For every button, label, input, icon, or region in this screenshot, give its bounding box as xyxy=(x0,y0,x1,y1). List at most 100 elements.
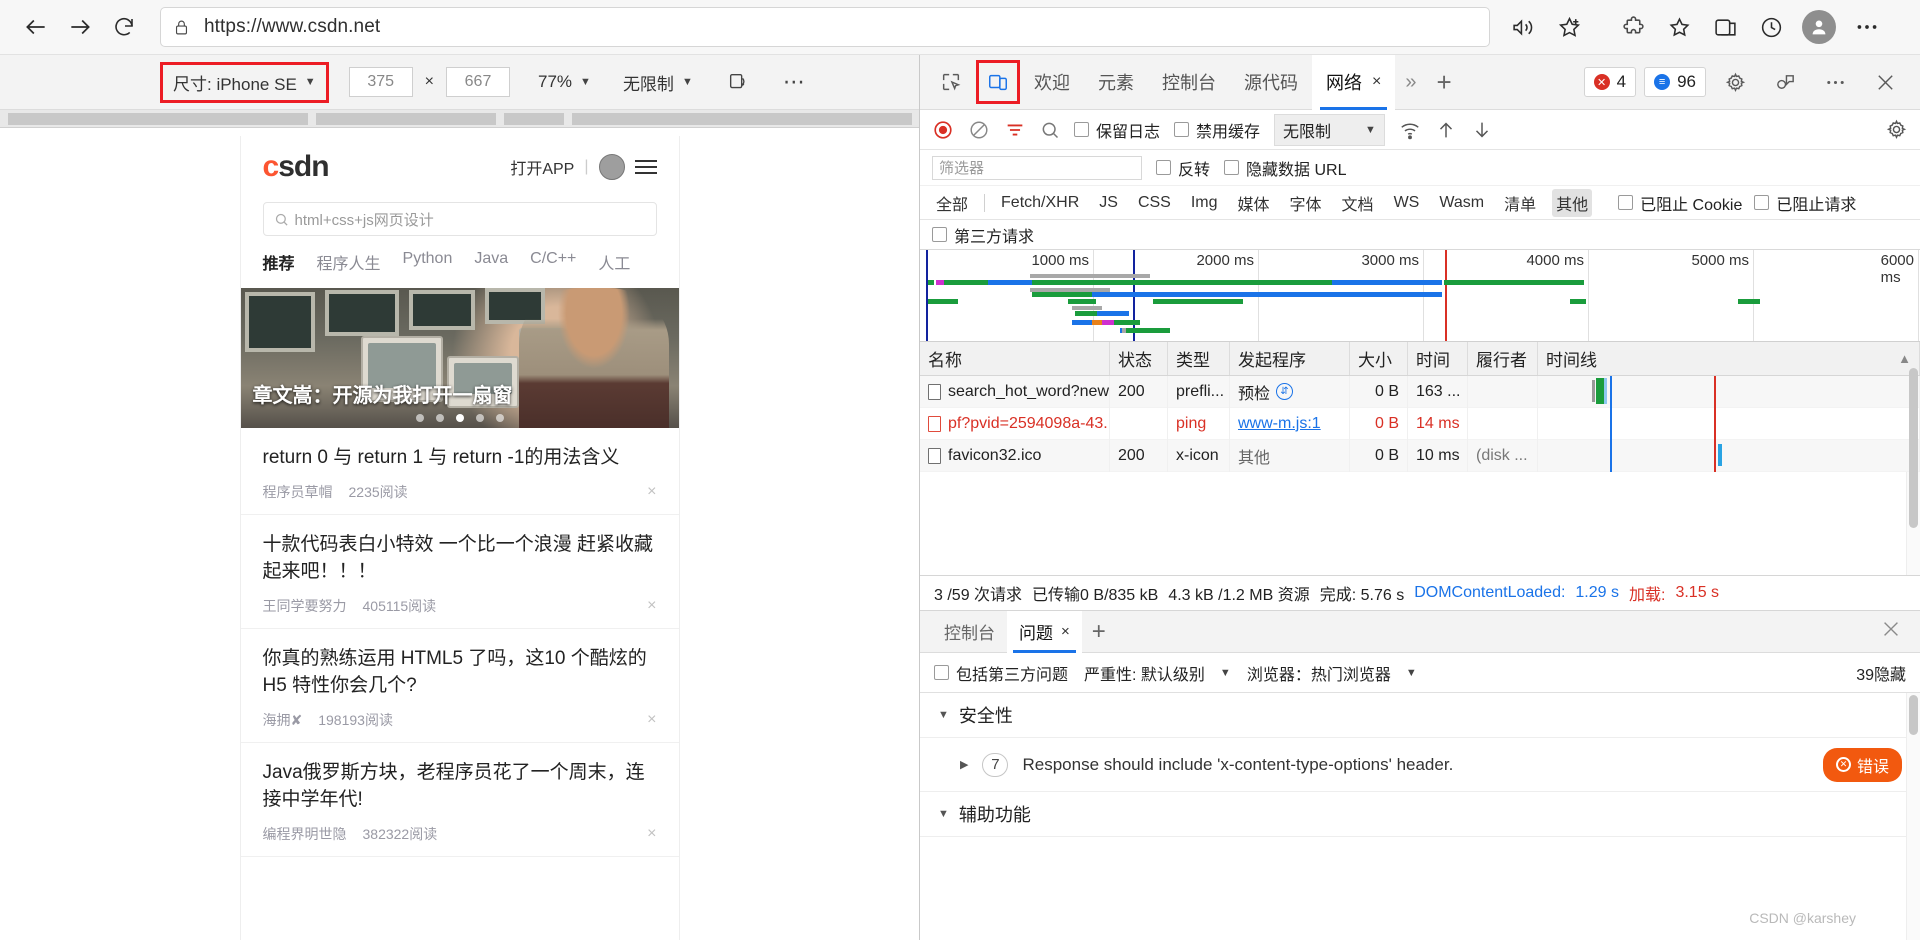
network-throttle-select[interactable]: 无限制 ▼ xyxy=(1274,113,1385,146)
back-arrow-icon[interactable] xyxy=(14,5,58,49)
severity-select[interactable]: 严重性: 默认级别 ▼ xyxy=(1084,661,1231,685)
invert-checkbox[interactable]: 反转 xyxy=(1156,156,1210,180)
column-waterfall[interactable]: 时间线 ▲ xyxy=(1538,342,1920,375)
address-bar[interactable]: https://www.csdn.net xyxy=(160,7,1490,47)
gear-icon[interactable] xyxy=(1714,61,1756,103)
column-status[interactable]: 状态 xyxy=(1110,342,1168,375)
blocked-cookies-checkbox[interactable]: 已阻止 Cookie xyxy=(1618,191,1742,215)
more-options-icon[interactable] xyxy=(1814,61,1856,103)
list-item[interactable]: 十款代码表白小特效 一个比一个浪漫 赶紧收藏起来吧！！！ 王同学要努力 4051… xyxy=(240,515,679,629)
nav-item-cpp[interactable]: C/C++ xyxy=(530,250,576,274)
viewport-height-input[interactable]: 667 xyxy=(446,67,511,97)
tab-network[interactable]: 网络 × xyxy=(1312,54,1396,110)
device-size-select[interactable]: 尺寸: iPhone SE ▼ xyxy=(160,61,329,103)
search-icon[interactable] xyxy=(1040,120,1060,140)
blocked-requests-checkbox[interactable]: 已阻止请求 xyxy=(1754,191,1856,215)
forward-arrow-icon[interactable] xyxy=(58,5,102,49)
type-filter-ws[interactable]: WS xyxy=(1390,192,1424,214)
browser-essentials-icon[interactable] xyxy=(1702,4,1748,50)
column-initiator[interactable]: 发起程序 xyxy=(1230,342,1350,375)
settings-more-icon[interactable] xyxy=(1844,4,1890,50)
close-drawer-icon[interactable] xyxy=(1880,618,1908,646)
device-throttle-select[interactable]: 无限制 ▼ xyxy=(623,70,693,95)
list-item[interactable]: return 0 与 return 1 与 return -1的用法含义 程序员… xyxy=(240,428,679,515)
hidden-issues-count[interactable]: 39隐藏 xyxy=(1856,661,1906,685)
filter-input[interactable]: 筛选器 xyxy=(932,155,1142,180)
nav-item-life[interactable]: 程序人生 xyxy=(317,250,381,274)
nav-item-ai[interactable]: 人工 xyxy=(598,250,630,274)
type-filter-fetch-xhr[interactable]: Fetch/XHR xyxy=(997,192,1083,214)
type-filter-font[interactable]: 字体 xyxy=(1286,189,1326,217)
preserve-log-checkbox[interactable]: 保留日志 xyxy=(1074,118,1160,142)
filter-icon[interactable] xyxy=(1004,119,1026,141)
reload-icon[interactable] xyxy=(102,5,146,49)
drawer-tab-console[interactable]: 控制台 xyxy=(932,611,1007,653)
carousel-dot[interactable] xyxy=(495,414,504,422)
import-har-icon[interactable] xyxy=(1435,119,1457,141)
nav-item-java[interactable]: Java xyxy=(474,250,508,274)
include-third-party-checkbox[interactable]: 包括第三方问题 xyxy=(934,661,1068,685)
avatar[interactable] xyxy=(598,154,625,180)
device-more-options-icon[interactable]: ⋯ xyxy=(783,71,807,93)
error-count-badge[interactable]: ✕ 4 xyxy=(1583,67,1637,97)
type-filter-all[interactable]: 全部 xyxy=(932,189,972,217)
history-icon[interactable] xyxy=(1748,4,1794,50)
third-party-checkbox[interactable]: 第三方请求 xyxy=(932,223,1034,247)
list-item[interactable]: Java俄罗斯方块，老程序员花了一个周末，连接中学年代! 编程界明世隐 3823… xyxy=(240,743,679,857)
extensions-icon[interactable] xyxy=(1610,4,1656,50)
column-time[interactable]: 时间 xyxy=(1408,342,1468,375)
list-item[interactable]: 你真的熟练运用 HTML5 了吗，这10 个酷炫的 H5 特性你会几个? 海拥✘… xyxy=(240,629,679,743)
carousel-dot[interactable] xyxy=(435,414,444,422)
table-row[interactable]: pf?pvid=2594098a-43... ping www-m.js:1 0… xyxy=(920,407,1920,440)
browser-select[interactable]: 浏览器：热门浏览器 ▼ xyxy=(1247,661,1417,685)
inspect-element-icon[interactable] xyxy=(930,61,972,103)
more-tabs-chevron-icon[interactable]: » xyxy=(1395,71,1426,94)
toggle-device-emulation-button[interactable] xyxy=(976,60,1020,104)
sort-ascending-icon[interactable]: ▲ xyxy=(1898,351,1911,366)
network-conditions-icon[interactable] xyxy=(1399,119,1421,141)
type-filter-other[interactable]: 其他 xyxy=(1552,188,1593,217)
tab-sources[interactable]: 源代码 xyxy=(1230,55,1312,110)
hero-banner[interactable]: 章文嵩：开源为我打开一扇窗 xyxy=(240,288,679,428)
add-tab-plus-icon[interactable]: + xyxy=(1082,618,1116,646)
close-icon[interactable]: × xyxy=(647,711,656,729)
add-favorite-icon[interactable] xyxy=(1546,4,1592,50)
issues-scrollbar[interactable] xyxy=(1906,693,1920,940)
message-count-badge[interactable]: ≡ 96 xyxy=(1644,67,1706,97)
add-tab-plus-icon[interactable]: + xyxy=(1426,67,1461,98)
disable-cache-checkbox[interactable]: 禁用缓存 xyxy=(1174,118,1260,142)
type-filter-wasm[interactable]: Wasm xyxy=(1435,192,1488,214)
column-fulfilled-by[interactable]: 履行者 xyxy=(1468,342,1538,375)
tab-console[interactable]: 控制台 xyxy=(1148,55,1230,110)
type-filter-js[interactable]: JS xyxy=(1095,192,1122,214)
column-type[interactable]: 类型 xyxy=(1168,342,1230,375)
chevron-right-icon[interactable]: ▶ xyxy=(960,758,968,771)
drawer-tab-issues[interactable]: 问题 × xyxy=(1007,610,1082,653)
customize-devtools-icon[interactable] xyxy=(1764,61,1806,103)
type-filter-img[interactable]: Img xyxy=(1187,192,1222,214)
clear-network-icon[interactable] xyxy=(968,119,990,141)
open-app-button[interactable]: 打开APP xyxy=(510,155,574,179)
export-har-icon[interactable] xyxy=(1471,119,1493,141)
zoom-select[interactable]: 77% ▼ xyxy=(538,72,591,92)
close-icon[interactable]: × xyxy=(647,597,656,615)
close-icon[interactable]: × xyxy=(647,825,656,843)
issue-group-header[interactable]: ▼ 安全性 xyxy=(920,693,1920,737)
read-aloud-icon[interactable] xyxy=(1500,4,1546,50)
hamburger-menu-icon[interactable] xyxy=(634,160,657,174)
close-tab-icon[interactable]: × xyxy=(1372,73,1381,91)
rotate-device-icon[interactable] xyxy=(727,71,749,93)
column-size[interactable]: 大小 xyxy=(1350,342,1408,375)
collections-icon[interactable] xyxy=(1656,4,1702,50)
close-icon[interactable]: × xyxy=(647,483,656,501)
network-settings-gear-icon[interactable] xyxy=(1885,118,1908,141)
type-filter-doc[interactable]: 文档 xyxy=(1338,189,1378,217)
column-name[interactable]: 名称 xyxy=(920,342,1110,375)
close-tab-icon[interactable]: × xyxy=(1061,623,1070,640)
carousel-dot[interactable] xyxy=(415,414,424,422)
table-row[interactable]: favicon32.ico 200 x-icon 其他 0 B 10 ms (d… xyxy=(920,439,1920,472)
search-input[interactable]: html+css+js网页设计 xyxy=(262,202,657,236)
type-filter-media[interactable]: 媒体 xyxy=(1234,189,1274,217)
carousel-dot[interactable] xyxy=(475,414,484,422)
nav-item-python[interactable]: Python xyxy=(403,250,453,274)
